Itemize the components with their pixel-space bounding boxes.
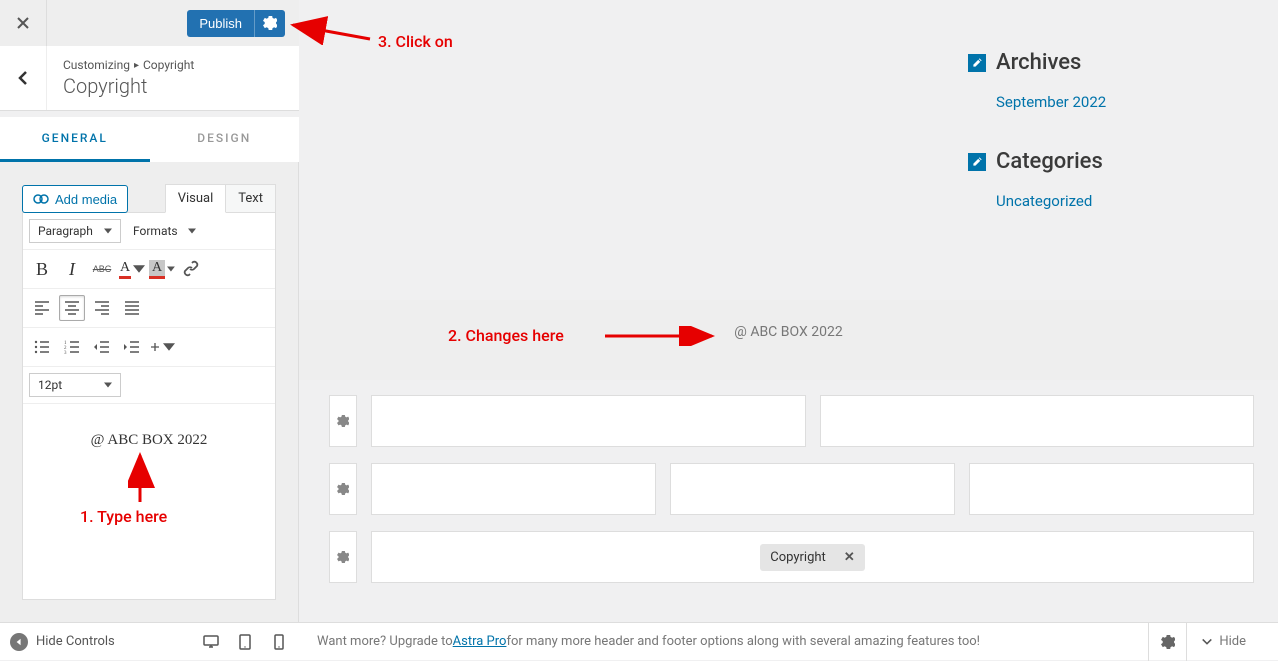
italic-button[interactable]: I — [59, 256, 85, 282]
caret-down-icon — [133, 260, 145, 278]
builder-cell[interactable] — [820, 395, 1255, 447]
copyright-chip[interactable]: Copyright ✕ — [760, 544, 864, 571]
caret-down-icon — [163, 338, 175, 356]
caret-down-icon — [167, 260, 175, 278]
pencil-icon — [972, 57, 983, 68]
archives-heading: Archives — [996, 50, 1081, 75]
tab-general[interactable]: GENERAL — [0, 117, 150, 162]
caret-down-icon — [104, 227, 112, 235]
text-color-button[interactable]: A — [119, 256, 145, 282]
archive-link-september-2022[interactable]: September 2022 — [996, 93, 1248, 111]
phone-icon — [270, 633, 288, 651]
align-right-icon — [93, 299, 111, 317]
chevron-right-icon: ▸ — [134, 60, 139, 71]
breadcrumb-root: Customizing — [63, 58, 130, 72]
section-title: Copyright — [63, 74, 194, 98]
editor-tab-text[interactable]: Text — [226, 184, 276, 213]
numbered-list-icon — [63, 338, 81, 356]
preview-phone-button[interactable] — [269, 632, 289, 652]
footer-copyright-preview: @ ABC BOX 2022 — [299, 300, 1278, 380]
link-button[interactable] — [179, 256, 205, 282]
plus-icon — [149, 338, 161, 356]
close-customizer-button[interactable] — [0, 0, 47, 46]
align-left-button[interactable] — [29, 295, 55, 321]
gear-icon — [1161, 635, 1175, 649]
align-justify-icon — [123, 299, 141, 317]
builder-cell[interactable] — [371, 395, 806, 447]
align-right-button[interactable] — [89, 295, 115, 321]
tab-design[interactable]: DESIGN — [150, 117, 300, 162]
edit-categories-widget-button[interactable] — [968, 153, 986, 171]
paragraph-dropdown-label: Paragraph — [38, 224, 93, 238]
gear-icon — [337, 483, 349, 495]
pencil-icon — [972, 156, 983, 167]
copyright-chip-label: Copyright — [770, 550, 826, 565]
add-media-label: Add media — [55, 192, 117, 207]
hide-controls-label: Hide Controls — [36, 634, 115, 649]
bg-color-button[interactable]: A — [149, 256, 175, 282]
gear-icon — [337, 551, 349, 563]
builder-row-settings-1[interactable] — [329, 395, 357, 447]
promo-text-pre: Want more? Upgrade to — [317, 634, 453, 649]
preview-tablet-button[interactable] — [235, 632, 255, 652]
builder-cell[interactable] — [371, 463, 656, 515]
chevron-down-icon — [1201, 636, 1213, 648]
breadcrumb: Customizing ▸ Copyright — [63, 58, 194, 72]
numbered-list-button[interactable] — [59, 334, 85, 360]
collapse-icon — [10, 633, 28, 651]
caret-down-icon — [104, 381, 112, 389]
align-center-icon — [63, 299, 81, 317]
gear-icon — [337, 415, 349, 427]
outdent-icon — [93, 338, 111, 356]
tablet-icon — [236, 633, 254, 651]
add-media-button[interactable]: Add media — [22, 185, 128, 213]
hide-controls-button[interactable]: Hide Controls — [10, 633, 115, 651]
bold-button[interactable]: B — [29, 256, 55, 282]
desktop-icon — [202, 633, 220, 651]
outdent-button[interactable] — [89, 334, 115, 360]
back-button[interactable] — [0, 46, 47, 110]
edit-archives-widget-button[interactable] — [968, 54, 986, 72]
promo-text-post: for many more header and footer options … — [506, 634, 980, 649]
align-justify-button[interactable] — [119, 295, 145, 321]
bullet-list-button[interactable] — [29, 334, 55, 360]
breadcrumb-leaf: Copyright — [143, 58, 194, 72]
indent-button[interactable] — [119, 334, 145, 360]
astra-pro-link[interactable]: Astra Pro — [453, 634, 507, 649]
caret-down-icon — [188, 227, 196, 235]
editor-tab-visual[interactable]: Visual — [165, 184, 227, 213]
strikethrough-button[interactable]: ABC — [89, 256, 115, 282]
publish-button[interactable]: Publish — [187, 10, 254, 37]
align-center-button[interactable] — [59, 295, 85, 321]
fontsize-dropdown[interactable]: 12pt — [29, 373, 121, 397]
insert-button[interactable] — [149, 334, 175, 360]
indent-icon — [123, 338, 141, 356]
fontsize-label: 12pt — [38, 378, 62, 392]
align-left-icon — [33, 299, 51, 317]
media-icon — [33, 191, 49, 207]
formats-dropdown[interactable]: Formats — [125, 220, 204, 242]
editor-content-area[interactable]: @ ABC BOX 2022 — [23, 404, 275, 599]
builder-row-settings-3[interactable] — [329, 531, 357, 583]
preview-desktop-button[interactable] — [201, 632, 221, 652]
hide-builder-label: Hide — [1219, 634, 1246, 649]
category-link-uncategorized[interactable]: Uncategorized — [996, 192, 1248, 210]
publish-settings-button[interactable] — [254, 10, 285, 37]
categories-heading: Categories — [996, 149, 1103, 174]
builder-row-settings-2[interactable] — [329, 463, 357, 515]
formats-dropdown-label: Formats — [133, 224, 178, 238]
bullet-list-icon — [33, 338, 51, 356]
remove-copyright-button[interactable]: ✕ — [844, 550, 855, 565]
paragraph-dropdown[interactable]: Paragraph — [29, 219, 121, 243]
link-icon — [183, 260, 201, 278]
builder-cell[interactable] — [670, 463, 955, 515]
builder-cell-copyright[interactable]: Copyright ✕ — [371, 531, 1254, 583]
builder-cell[interactable] — [969, 463, 1254, 515]
hide-builder-button[interactable]: Hide — [1186, 623, 1260, 661]
builder-settings-button[interactable] — [1148, 623, 1186, 661]
